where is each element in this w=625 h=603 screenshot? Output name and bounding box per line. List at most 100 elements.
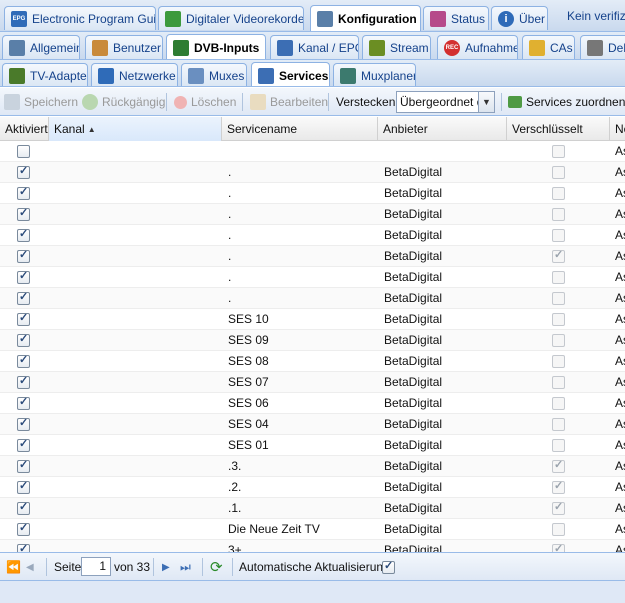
enabled-checkbox[interactable]	[17, 206, 30, 221]
tab-stream[interactable]: Stream	[362, 35, 431, 59]
channel-cell[interactable]	[54, 267, 220, 288]
column-header-enabled[interactable]: Aktiviert	[0, 117, 49, 141]
table-row[interactable]: SES 06 BetaDigital As	[0, 393, 625, 414]
service-name-cell[interactable]: Die Neue Zeit TV	[228, 519, 376, 540]
enabled-checkbox[interactable]	[17, 542, 30, 552]
table-row[interactable]: SES 01 BetaDigital As	[0, 435, 625, 456]
tab-tv-adapter[interactable]: TV-Adapter	[2, 63, 88, 86]
channel-cell[interactable]	[54, 246, 220, 267]
tab-benutzer[interactable]: Benutzer	[85, 35, 163, 59]
tab-dvb-inputs[interactable]: DVB-Inputs	[166, 34, 266, 59]
service-name-cell[interactable]: .	[228, 183, 376, 204]
column-header-service-name[interactable]: Servicename	[222, 117, 378, 141]
table-row[interactable]: . BetaDigital As	[0, 204, 625, 225]
tab-über[interactable]: i Über	[491, 6, 548, 30]
channel-cell[interactable]	[54, 204, 220, 225]
table-row[interactable]: 3+ BetaDigital As	[0, 540, 625, 552]
next-page-icon[interactable]: ▶	[162, 558, 170, 576]
service-name-cell[interactable]: .	[228, 162, 376, 183]
enabled-checkbox[interactable]	[17, 353, 30, 368]
tab-aufnahme[interactable]: REC Aufnahme	[437, 35, 518, 59]
service-name-cell[interactable]: SES 10	[228, 309, 376, 330]
column-header-channel[interactable]: Kanal ▲	[49, 117, 222, 141]
tab-digitaler-videorekorder[interactable]: Digitaler Videorekorder	[158, 6, 304, 30]
page-number-input[interactable]: 1	[81, 557, 111, 576]
table-row[interactable]: . BetaDigital As	[0, 183, 625, 204]
service-name-cell[interactable]: SES 01	[228, 435, 376, 456]
enabled-checkbox[interactable]	[17, 290, 30, 305]
undo-button[interactable]: Rückgängig	[82, 92, 165, 112]
table-row[interactable]: SES 07 BetaDigital As	[0, 372, 625, 393]
table-row[interactable]: Die Neue Zeit TV BetaDigital As	[0, 519, 625, 540]
first-page-icon[interactable]: ⏪	[6, 558, 21, 576]
enabled-checkbox[interactable]	[17, 458, 30, 473]
prev-page-icon[interactable]: ◀	[26, 558, 34, 576]
table-row[interactable]: . BetaDigital As	[0, 267, 625, 288]
channel-cell[interactable]	[54, 540, 220, 552]
service-name-cell[interactable]: .	[228, 204, 376, 225]
save-button[interactable]: Speichern	[4, 92, 78, 112]
chevron-down-icon[interactable]: ▼	[478, 92, 494, 112]
enabled-checkbox[interactable]	[17, 269, 30, 284]
edit-button[interactable]: Bearbeiten	[250, 92, 328, 112]
tab-kanal-epg[interactable]: Kanal / EPG	[270, 35, 359, 59]
tab-electronic-program-guide[interactable]: EPG Electronic Program Guide	[4, 6, 156, 30]
channel-cell[interactable]	[54, 498, 220, 519]
enabled-checkbox[interactable]	[17, 311, 30, 326]
service-name-cell[interactable]: .	[228, 267, 376, 288]
service-name-cell[interactable]	[228, 141, 376, 162]
service-name-cell[interactable]: .	[228, 246, 376, 267]
tab-cas[interactable]: CAs	[522, 35, 575, 59]
tab-muxes[interactable]: Muxes	[181, 63, 247, 86]
column-header-encrypted[interactable]: Verschlüsselt	[507, 117, 610, 141]
enabled-checkbox[interactable]	[17, 164, 30, 179]
enabled-checkbox[interactable]	[17, 248, 30, 263]
service-name-cell[interactable]: SES 09	[228, 330, 376, 351]
table-row[interactable]: As	[0, 141, 625, 162]
tab-netzwerke[interactable]: Netzwerke	[91, 63, 178, 86]
service-name-cell[interactable]: SES 06	[228, 393, 376, 414]
tab-muxplaner[interactable]: Muxplaner	[333, 63, 416, 86]
service-name-cell[interactable]: SES 08	[228, 351, 376, 372]
map-services-button[interactable]: Services zuordnen ▼	[508, 92, 625, 112]
column-header-provider[interactable]: Anbieter	[378, 117, 507, 141]
enabled-checkbox[interactable]	[17, 479, 30, 494]
service-name-cell[interactable]: .2.	[228, 477, 376, 498]
service-name-cell[interactable]: 3+	[228, 540, 376, 552]
channel-cell[interactable]	[54, 414, 220, 435]
service-name-cell[interactable]: .	[228, 288, 376, 309]
channel-cell[interactable]	[54, 351, 220, 372]
channel-cell[interactable]	[54, 141, 220, 162]
table-row[interactable]: . BetaDigital As	[0, 288, 625, 309]
table-row[interactable]: .2. BetaDigital As	[0, 477, 625, 498]
channel-cell[interactable]	[54, 372, 220, 393]
channel-cell[interactable]	[54, 225, 220, 246]
tab-debu[interactable]: Debu	[580, 35, 625, 59]
channel-cell[interactable]	[54, 456, 220, 477]
enabled-checkbox[interactable]	[17, 374, 30, 389]
enabled-checkbox[interactable]	[17, 332, 30, 347]
channel-cell[interactable]	[54, 330, 220, 351]
enabled-checkbox[interactable]	[17, 437, 30, 452]
last-page-icon[interactable]: ⏭	[180, 558, 191, 576]
channel-cell[interactable]	[54, 183, 220, 204]
channel-cell[interactable]	[54, 477, 220, 498]
tab-services[interactable]: Services	[251, 62, 330, 86]
channel-cell[interactable]	[54, 162, 220, 183]
service-name-cell[interactable]: .	[228, 225, 376, 246]
channel-cell[interactable]	[54, 309, 220, 330]
enabled-checkbox[interactable]	[17, 416, 30, 431]
enabled-checkbox[interactable]	[17, 521, 30, 536]
enabled-checkbox[interactable]	[17, 227, 30, 242]
enabled-checkbox[interactable]	[17, 145, 30, 158]
service-name-cell[interactable]: .1.	[228, 498, 376, 519]
refresh-icon[interactable]: ⟳	[210, 558, 223, 576]
enabled-checkbox[interactable]	[17, 395, 30, 410]
auto-refresh-checkbox[interactable]	[382, 559, 395, 574]
service-name-cell[interactable]: SES 04	[228, 414, 376, 435]
service-name-cell[interactable]: SES 07	[228, 372, 376, 393]
channel-cell[interactable]	[54, 393, 220, 414]
service-name-cell[interactable]: .3.	[228, 456, 376, 477]
tab-allgemein[interactable]: Allgemein	[2, 35, 80, 59]
table-row[interactable]: . BetaDigital As	[0, 225, 625, 246]
